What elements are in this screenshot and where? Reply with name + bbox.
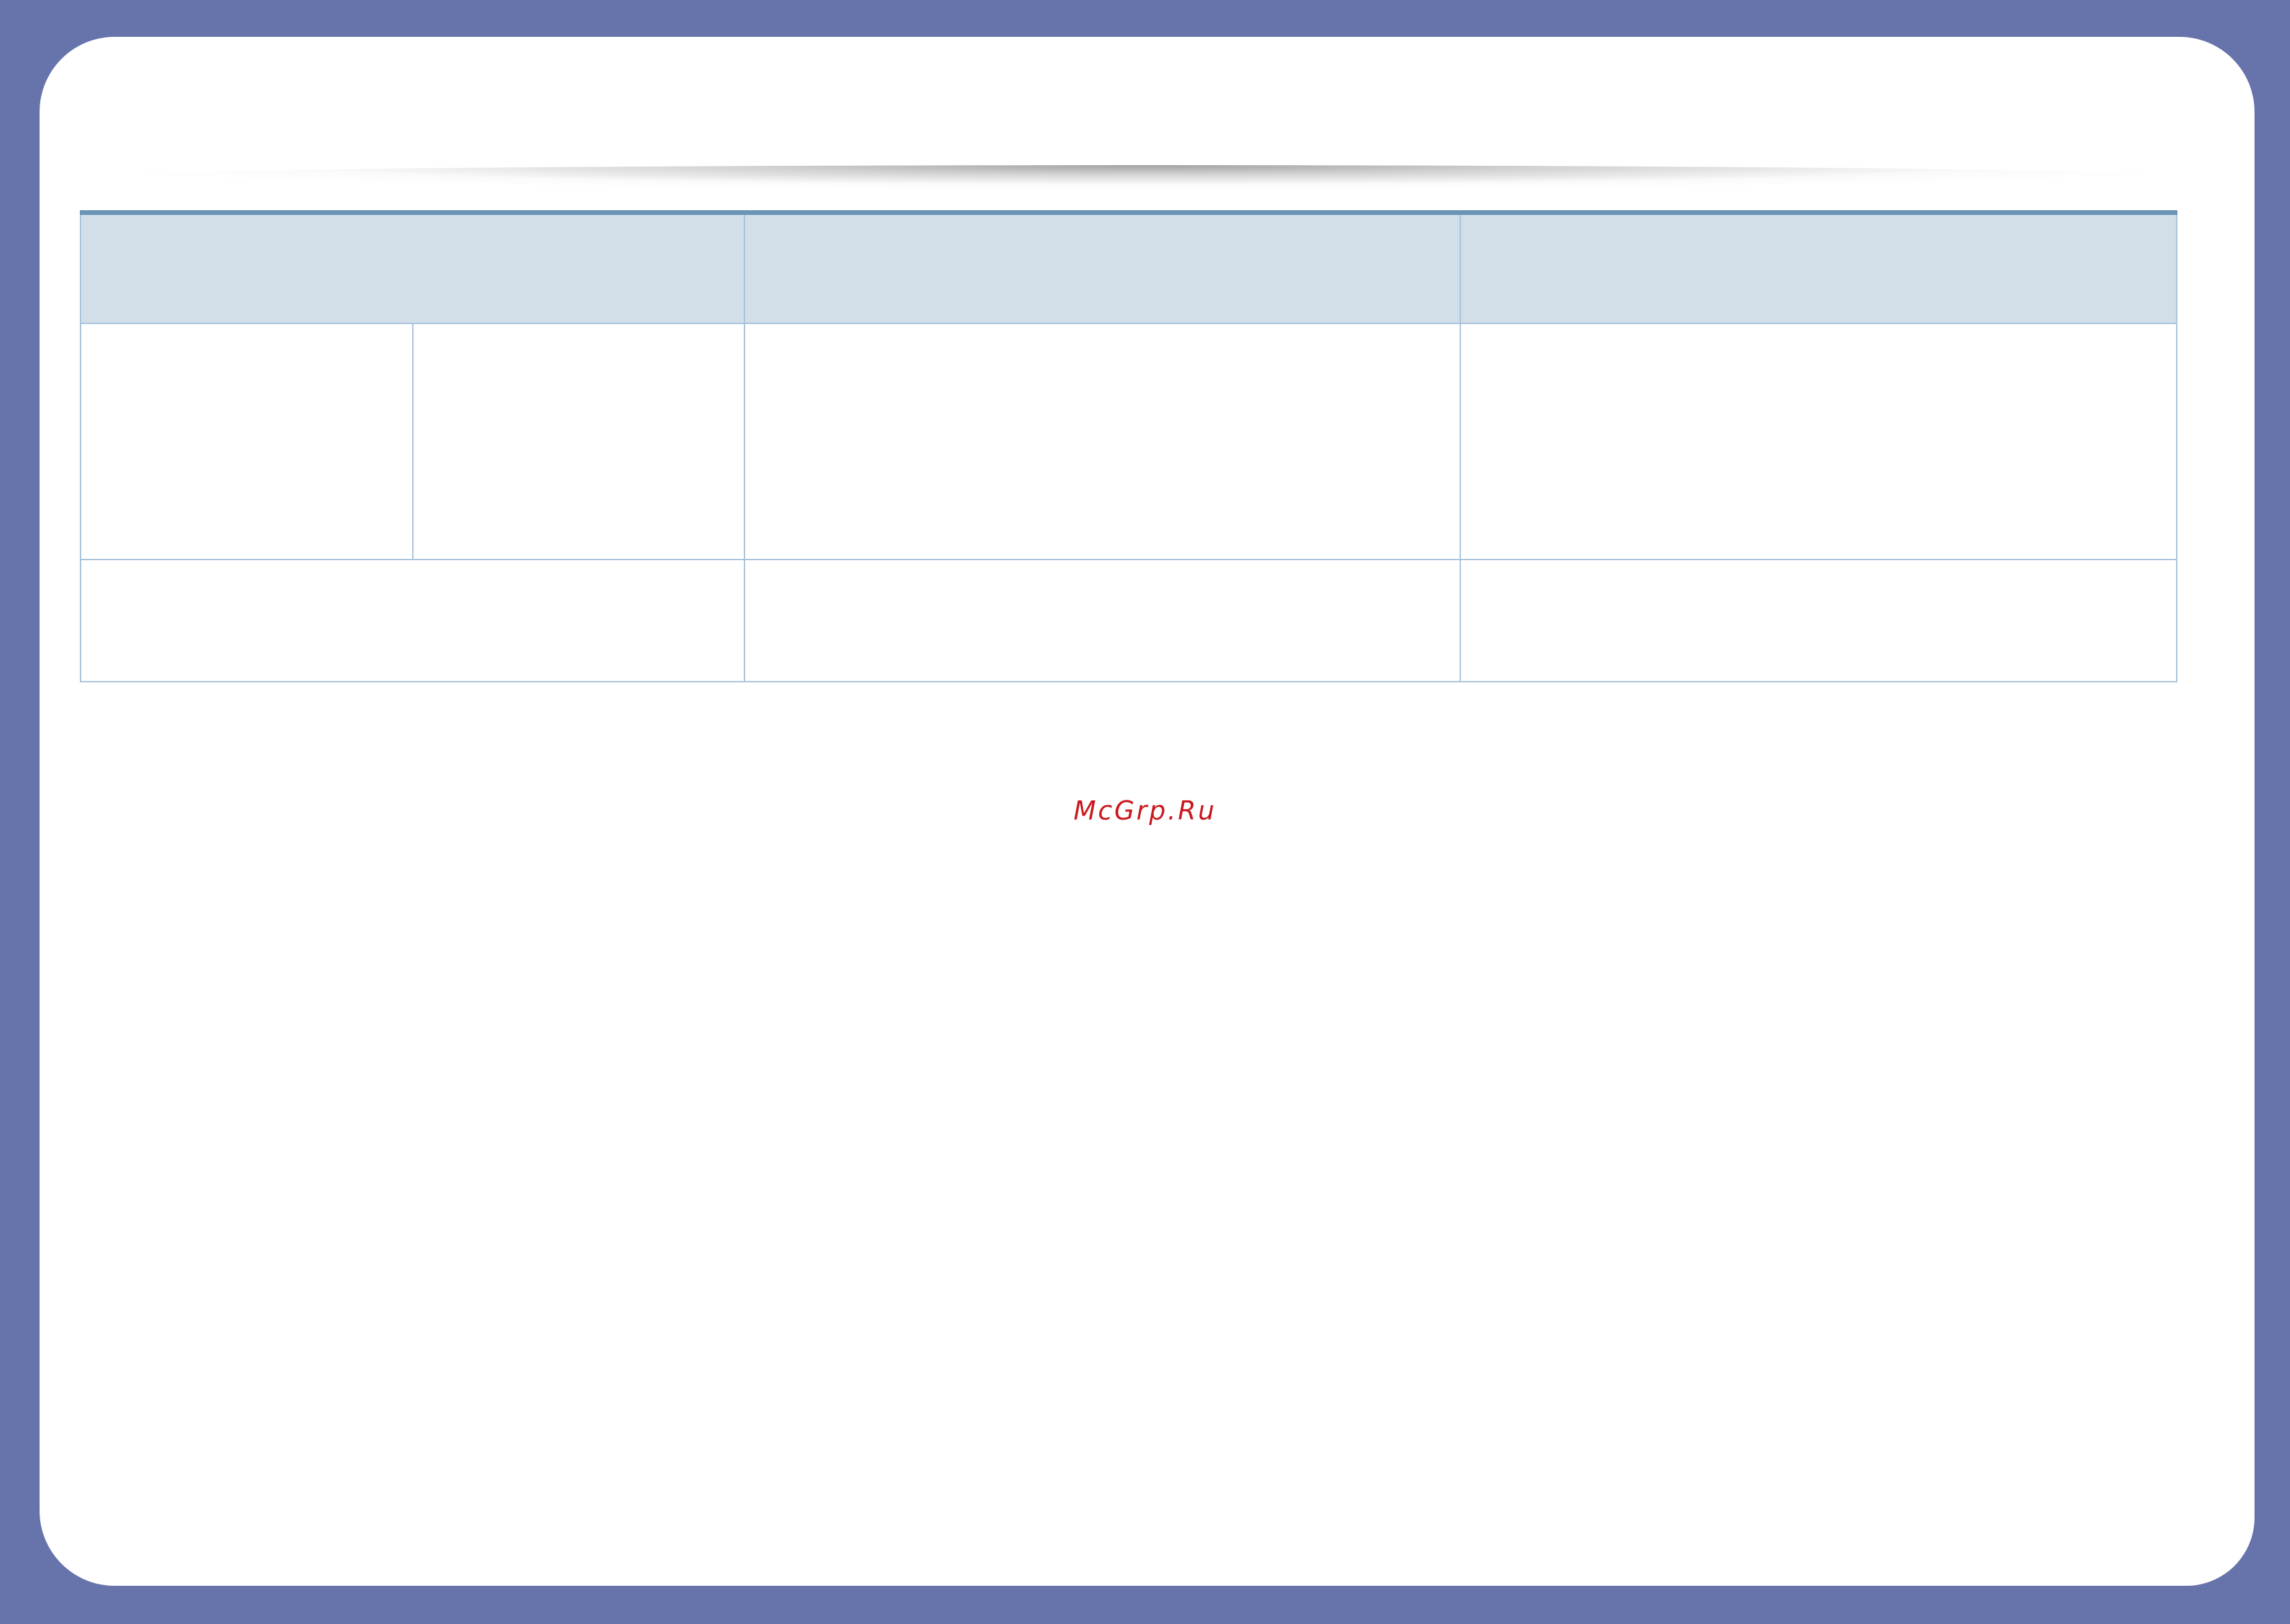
table-row — [80, 559, 2177, 682]
table-header-row — [80, 212, 2177, 324]
table-cell — [412, 323, 745, 560]
table-row — [80, 323, 2177, 560]
table-header-cell — [80, 212, 745, 324]
watermark-link[interactable]: McGrp.Ru — [0, 796, 2290, 826]
spec-table — [80, 210, 2177, 682]
table-cell — [1460, 559, 2177, 682]
table-cell — [744, 323, 1461, 560]
table-cell — [744, 559, 1461, 682]
table-cell — [80, 323, 414, 560]
table-cell — [1460, 323, 2177, 560]
table-cell — [80, 559, 745, 682]
header-divider-shadow — [60, 165, 2234, 190]
table-header-cell — [744, 212, 1461, 324]
table-header-cell — [1460, 212, 2177, 324]
